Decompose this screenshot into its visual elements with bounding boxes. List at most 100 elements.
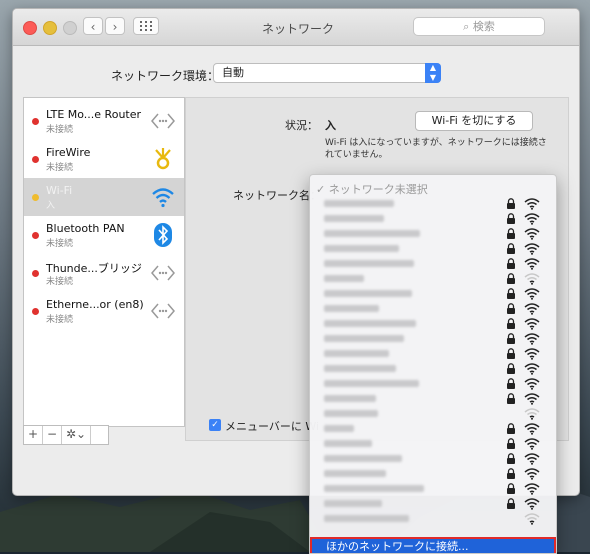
menu-item-no-network[interactable]: ✓ ネットワーク未選択 [316,181,428,197]
service-item-wifi[interactable]: Wi-Fi 入 [24,178,184,216]
lock-icon [507,348,515,359]
lock-icon [507,363,515,374]
network-menu-item[interactable] [310,257,556,270]
network-name-label: ネットワーク名： [233,189,321,202]
network-menu-item[interactable] [310,512,556,525]
lock-icon [507,423,515,434]
wifi-signal-icon [524,438,540,450]
service-name: Wi-Fi [46,184,73,197]
ethernet-icon [151,303,175,319]
forward-button[interactable]: › [105,17,125,35]
network-name-redacted [324,320,416,327]
lock-icon [507,198,515,209]
show-all-button[interactable] [133,17,159,35]
wifi-signal-icon [524,498,540,510]
network-name-redacted [324,440,372,447]
lock-icon [507,453,515,464]
network-menu-item[interactable] [310,317,556,330]
search-icon: ⌕ [463,20,470,33]
lock-icon [507,318,515,329]
service-status: 未接続 [46,277,74,287]
close-button[interactable] [23,21,37,35]
network-name-redacted [324,470,386,477]
wifi-signal-icon [524,198,540,210]
lock-icon [507,498,515,509]
network-name-redacted [324,515,409,522]
network-name-redacted [324,215,384,222]
location-select[interactable]: 自動 ▲ ▼ [213,63,441,83]
network-menu-item[interactable] [310,227,556,240]
firewire-icon [155,148,171,170]
network-menu-item[interactable] [310,422,556,435]
service-item-bluetooth-pan[interactable]: Bluetooth PAN 未接続 [24,216,184,254]
action-menu-button[interactable]: ✲⌄ [62,426,91,444]
status-dot-red [32,308,39,315]
window-titlebar: ‹ › ネットワーク ⌕ 検索 [13,9,579,46]
add-service-button[interactable]: + [24,426,43,444]
service-status: 入 [46,201,56,211]
network-menu-item[interactable] [310,287,556,300]
service-item-ethernet[interactable]: Etherne...or (en8) 未接続 [24,292,184,330]
network-name-redacted [324,425,354,432]
network-menu-item[interactable] [310,332,556,345]
lock-icon [507,333,515,344]
turn-wifi-off-button[interactable]: Wi-Fi を切にする [415,111,533,131]
show-in-menubar-checkbox[interactable]: ✓ [209,419,221,431]
lock-icon [507,483,515,494]
network-menu-item[interactable] [310,452,556,465]
network-name-redacted [324,305,379,312]
network-menu-item[interactable] [310,212,556,225]
network-name-redacted [324,200,394,207]
service-item-firewire[interactable]: FireWire 未接続 [24,140,184,178]
network-menu-item[interactable] [310,272,556,285]
remove-service-button[interactable]: − [43,426,62,444]
thunderbolt-bridge-icon [151,265,175,281]
service-status: 未接続 [46,315,74,325]
wifi-signal-icon [524,513,540,525]
zoom-button[interactable] [63,21,77,35]
minimize-button[interactable] [43,21,57,35]
wifi-signal-icon [524,408,540,420]
lock-icon [507,243,515,254]
network-menu-item[interactable] [310,197,556,210]
network-menu-item[interactable] [310,377,556,390]
network-menu-item[interactable] [310,347,556,360]
wifi-signal-icon [524,468,540,480]
network-menu-item[interactable] [310,437,556,450]
bluetooth-icon [154,223,172,247]
service-name: Etherne...or (en8) [46,298,144,311]
network-menu-item[interactable] [310,392,556,405]
search-field[interactable]: ⌕ 検索 [413,17,545,36]
network-menu-item[interactable] [310,362,556,375]
lock-icon [507,303,515,314]
network-menu-item[interactable] [310,482,556,495]
window-title: ネットワーク [261,22,334,36]
wifi-signal-icon [524,243,540,255]
service-status: 未接続 [46,239,74,249]
menu-item-other-network[interactable]: ほかのネットワークに接続... [310,537,556,553]
wifi-signal-icon [524,333,540,345]
lock-icon [507,273,515,284]
network-name-redacted [324,455,402,462]
location-value: 自動 [222,66,244,79]
network-name-redacted [324,500,382,507]
network-menu-item[interactable] [310,242,556,255]
wifi-signal-icon [524,213,540,225]
search-placeholder: 検索 [472,20,495,33]
network-name-redacted [324,395,376,402]
service-item-thunderbolt-bridge[interactable]: Thunde...ブリッジ 未接続 [24,254,184,292]
network-menu-item[interactable] [310,497,556,510]
network-menu-item[interactable] [310,302,556,315]
network-name-redacted [324,350,389,357]
service-item-lte-router[interactable]: LTE Mo...e Router 未接続 [24,102,184,140]
wifi-signal-icon [524,363,540,375]
status-dot-red [32,270,39,277]
network-menu-item[interactable] [310,467,556,480]
network-name-redacted [324,290,412,297]
lock-icon [507,288,515,299]
location-label: ネットワーク環境： [111,69,220,83]
back-button[interactable]: ‹ [83,17,103,35]
wifi-signal-icon [524,348,540,360]
status-dot-yellow [32,194,39,201]
network-menu-item[interactable] [310,407,556,420]
